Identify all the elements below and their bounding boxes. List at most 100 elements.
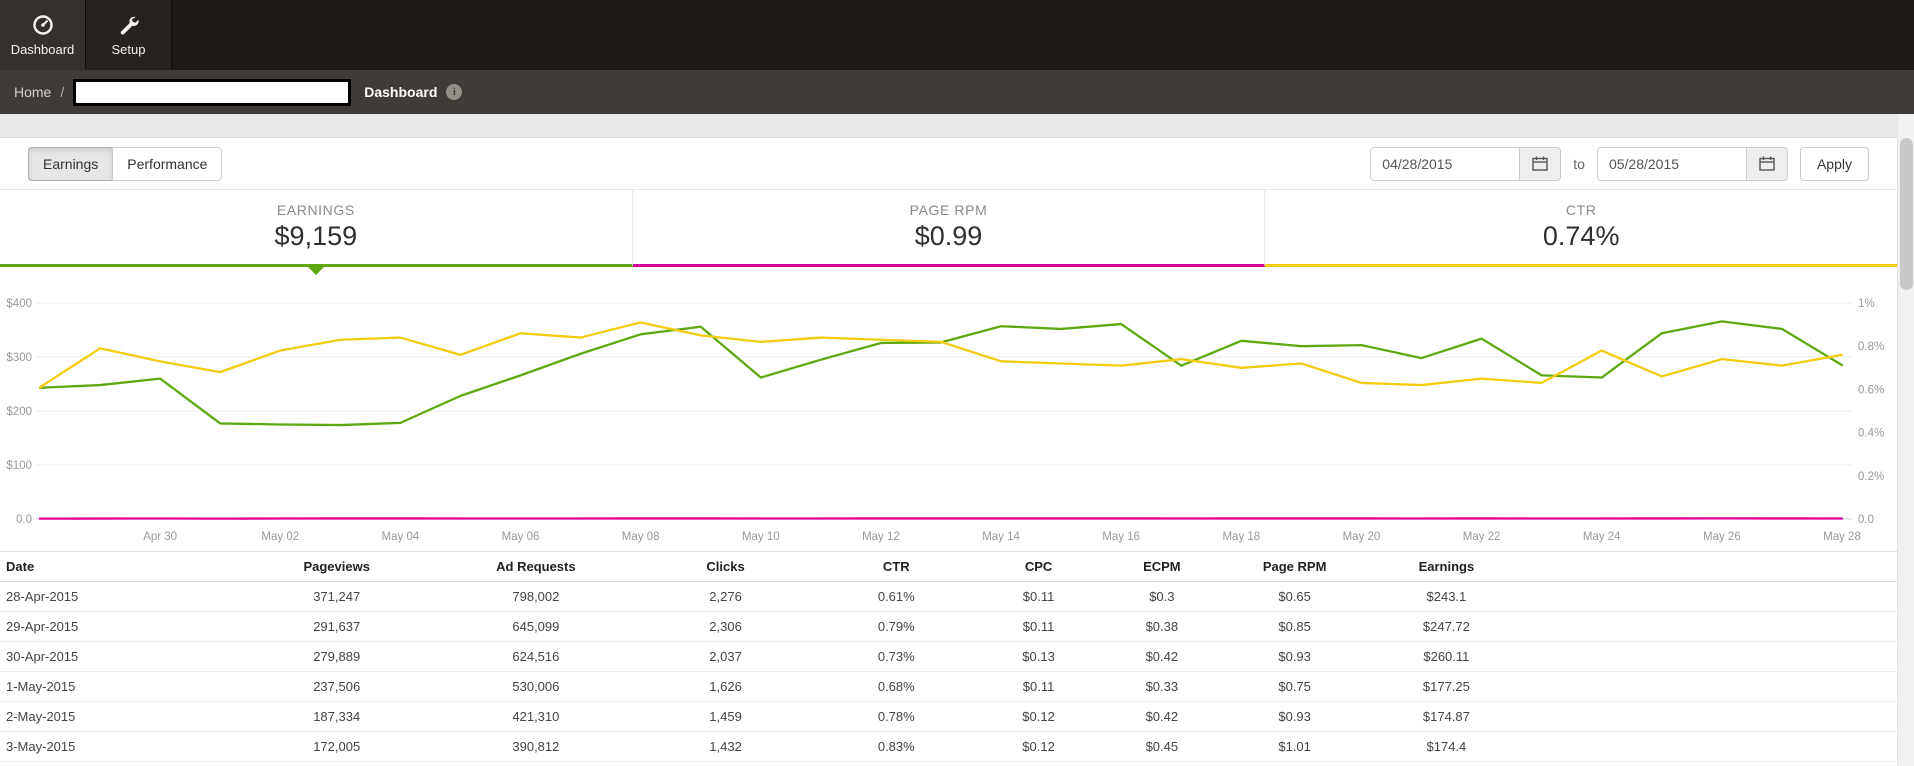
breadcrumb: Home / Dashboard i	[0, 70, 1914, 114]
table-row: 28-Apr-2015 371,247 798,002 2,276 0.61% $0.11…	[0, 581, 1897, 612]
table-cell: $0.42	[1100, 641, 1224, 672]
table-cell: 30-Apr-2015	[0, 641, 238, 672]
table-cell: 279,889	[237, 641, 437, 672]
table-cell: $0.11	[976, 581, 1101, 612]
table-cell: $247.72	[1365, 611, 1527, 642]
x-axis-tick-label: May 08	[622, 531, 660, 543]
table-cell: 390,812	[436, 731, 636, 762]
date-from-calendar-button[interactable]	[1520, 146, 1562, 181]
left-axis-tick-label: $300	[6, 352, 32, 364]
date-to-group	[1596, 146, 1788, 181]
calendar-icon	[1532, 156, 1548, 171]
info-icon[interactable]: i	[446, 84, 463, 100]
table-cell: $243.1	[1365, 581, 1527, 612]
breadcrumb-home-link[interactable]: Home	[14, 84, 51, 100]
right-axis-tick-label: 0.2%	[1858, 471, 1884, 483]
left-axis-tick-label: $200	[6, 406, 32, 418]
nav-item-dashboard[interactable]: Dashboard	[0, 0, 86, 70]
dashboard-icon	[32, 14, 53, 35]
table-cell: 1-May-2015	[0, 671, 238, 702]
column-header-pageviews: Pageviews	[237, 551, 437, 582]
summary-card-value: $0.99	[914, 221, 983, 251]
table-cell: $174.4	[1365, 731, 1527, 762]
breadcrumb-separator: /	[60, 84, 65, 100]
right-axis-tick-label: 1%	[1858, 298, 1875, 310]
table-cell: 29-Apr-2015	[0, 611, 238, 642]
summary-card-value: 0.74%	[1542, 221, 1620, 251]
x-axis-tick-label: May 06	[502, 531, 540, 543]
date-to-calendar-button[interactable]	[1746, 146, 1788, 181]
left-axis-tick-label: $100	[6, 460, 32, 472]
selected-card-notch	[307, 267, 324, 275]
report-toolbar: Earnings Performance to	[0, 138, 1897, 190]
table-cell: 187,334	[237, 701, 437, 732]
x-axis-tick-label: May 14	[982, 531, 1020, 543]
column-header-ecpm: ECPM	[1100, 551, 1224, 582]
table-cell: 0.79%	[815, 611, 977, 642]
column-header-earnings: Earnings	[1365, 551, 1527, 582]
summary-card-label: PAGE RPM	[909, 202, 988, 218]
table-cell: 237,506	[237, 671, 437, 702]
summary-card-earnings[interactable]: EARNINGS $9,159	[0, 190, 633, 275]
x-axis-tick-label: May 10	[742, 531, 780, 543]
tab-performance[interactable]: Performance	[112, 146, 223, 181]
table-cell: 172,005	[237, 731, 437, 762]
table-cell: 0.61%	[815, 581, 977, 612]
column-header-date: Date	[0, 551, 238, 582]
date-to-input[interactable]	[1596, 146, 1747, 181]
apply-button[interactable]: Apply	[1799, 146, 1869, 181]
table-cell: 798,002	[436, 581, 636, 612]
table-cell: 2,306	[635, 611, 816, 642]
table-row: 2-May-2015 187,334 421,310 1,459 0.78% $0.12 $…	[0, 701, 1897, 732]
tab-earnings[interactable]: Earnings	[28, 146, 114, 181]
x-axis-tick-label: May 02	[261, 531, 299, 543]
calendar-icon	[1759, 156, 1775, 171]
report-table: Date Pageviews Ad Requests Clicks CTR CPC ECPM…	[0, 551, 1897, 762]
table-cell: $0.38	[1100, 611, 1224, 642]
table-cell: $0.12	[976, 701, 1101, 732]
table-cell: 1,626	[635, 671, 816, 702]
page-background-strip	[0, 114, 1914, 138]
table-cell: $0.3	[1100, 581, 1224, 612]
table-header-row: Date Pageviews Ad Requests Clicks CTR CPC ECPM…	[0, 551, 1897, 582]
summary-cards: EARNINGS $9,159 PAGE RPM $0.99 CTR 0.74%	[0, 190, 1898, 275]
summary-card-ctr[interactable]: CTR 0.74%	[1265, 190, 1898, 267]
x-axis-tick-label: May 28	[1823, 531, 1861, 543]
left-axis-tick-label: 0.0	[16, 514, 32, 526]
nav-item-setup[interactable]: Setup	[86, 0, 172, 70]
summary-card-page-rpm[interactable]: PAGE RPM $0.99	[632, 190, 1266, 267]
date-range-controls: to Apply	[1370, 146, 1869, 181]
table-cell: 1,432	[635, 731, 816, 762]
x-axis-tick-label: May 18	[1222, 531, 1260, 543]
x-axis-tick-label: May 20	[1343, 531, 1381, 543]
summary-card-label: EARNINGS	[276, 202, 355, 218]
x-axis-tick-label: May 12	[862, 531, 900, 543]
table-cell: 371,247	[237, 581, 437, 612]
top-navbar: Dashboard Setup	[0, 0, 1914, 70]
table-cell: $0.85	[1223, 611, 1366, 642]
column-header-cpc: CPC	[976, 551, 1101, 582]
table-cell: 2,276	[635, 581, 816, 612]
date-from-input[interactable]	[1370, 146, 1521, 181]
table-cell: $0.93	[1223, 641, 1366, 672]
column-header-ad-requests: Ad Requests	[436, 551, 636, 582]
table-cell: $0.11	[976, 671, 1101, 702]
right-axis-tick-label: 0.0	[1858, 514, 1874, 526]
table-cell: 624,516	[436, 641, 636, 672]
vertical-scrollbar[interactable]	[1897, 114, 1914, 766]
summary-card-label: CTR	[1565, 202, 1597, 218]
table-cell: 2,037	[635, 641, 816, 672]
nav-item-label: Setup	[111, 41, 146, 57]
table-cell: $0.45	[1100, 731, 1224, 762]
left-axis-tick-label: $400	[6, 298, 32, 310]
table-cell: 291,637	[237, 611, 437, 642]
x-axis-tick-label: May 24	[1583, 531, 1621, 543]
table-cell: $260.11	[1365, 641, 1527, 672]
column-header-page-rpm: Page RPM	[1223, 551, 1366, 582]
x-axis-tick-label: May 16	[1102, 531, 1140, 543]
table-cell: 1,459	[635, 701, 816, 732]
x-axis-tick-label: May 04	[382, 531, 420, 543]
table-cell: $0.13	[976, 641, 1101, 672]
table-cell: $0.11	[976, 611, 1101, 642]
scrollbar-thumb[interactable]	[1900, 138, 1913, 290]
